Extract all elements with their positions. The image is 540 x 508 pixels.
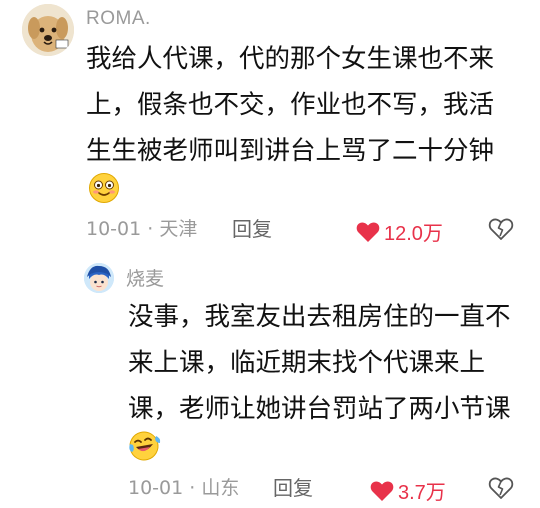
smiling-face-emoji-icon bbox=[89, 173, 119, 203]
reply-meta: 10-01 · 山东 bbox=[128, 476, 239, 500]
heart-icon bbox=[370, 480, 394, 501]
reply-location: 山东 bbox=[201, 477, 240, 499]
separator-dot: · bbox=[147, 218, 154, 240]
like-count: 3.7万 bbox=[398, 482, 446, 504]
comment-meta: 10-01 · 天津 bbox=[86, 217, 197, 241]
reply-text-line: 没事，我室友出去租房住的一直不 bbox=[128, 302, 511, 332]
comment-text-line: 我给人代课，代的那个女生课也不来 bbox=[86, 44, 495, 74]
comment-text-line: 上，假条也不交，作业也不写，我活 bbox=[86, 90, 495, 120]
comment-date: 10-01 bbox=[86, 218, 142, 240]
separator-dot: · bbox=[189, 477, 196, 499]
reply-username[interactable]: 烧麦 bbox=[126, 264, 164, 291]
broken-heart-icon[interactable] bbox=[488, 476, 514, 500]
reply-text-line: 来上课，临近期末找个代课来上 bbox=[128, 348, 486, 378]
comment-location: 天津 bbox=[159, 218, 198, 240]
laughing-tears-emoji-icon bbox=[129, 431, 161, 461]
like-count: 12.0万 bbox=[384, 223, 443, 245]
heart-icon bbox=[356, 221, 380, 242]
comment-username[interactable]: ROMA. bbox=[86, 8, 151, 30]
reply-button[interactable]: 回复 bbox=[232, 217, 272, 241]
reply-button[interactable]: 回复 bbox=[273, 476, 313, 500]
like-button[interactable]: 12.0万 bbox=[356, 217, 443, 246]
dog-avatar-icon bbox=[22, 4, 74, 56]
avatar[interactable] bbox=[22, 4, 74, 56]
comment-text-line: 生生被老师叫到讲台上骂了二十分钟 bbox=[86, 136, 495, 166]
like-button[interactable]: 3.7万 bbox=[370, 476, 446, 505]
avatar[interactable] bbox=[84, 263, 114, 293]
reply-text-line: 课，老师让她讲台罚站了两小节课 bbox=[128, 394, 511, 424]
character-avatar-icon bbox=[84, 263, 114, 293]
broken-heart-icon[interactable] bbox=[488, 217, 514, 241]
reply-date: 10-01 bbox=[128, 477, 184, 499]
